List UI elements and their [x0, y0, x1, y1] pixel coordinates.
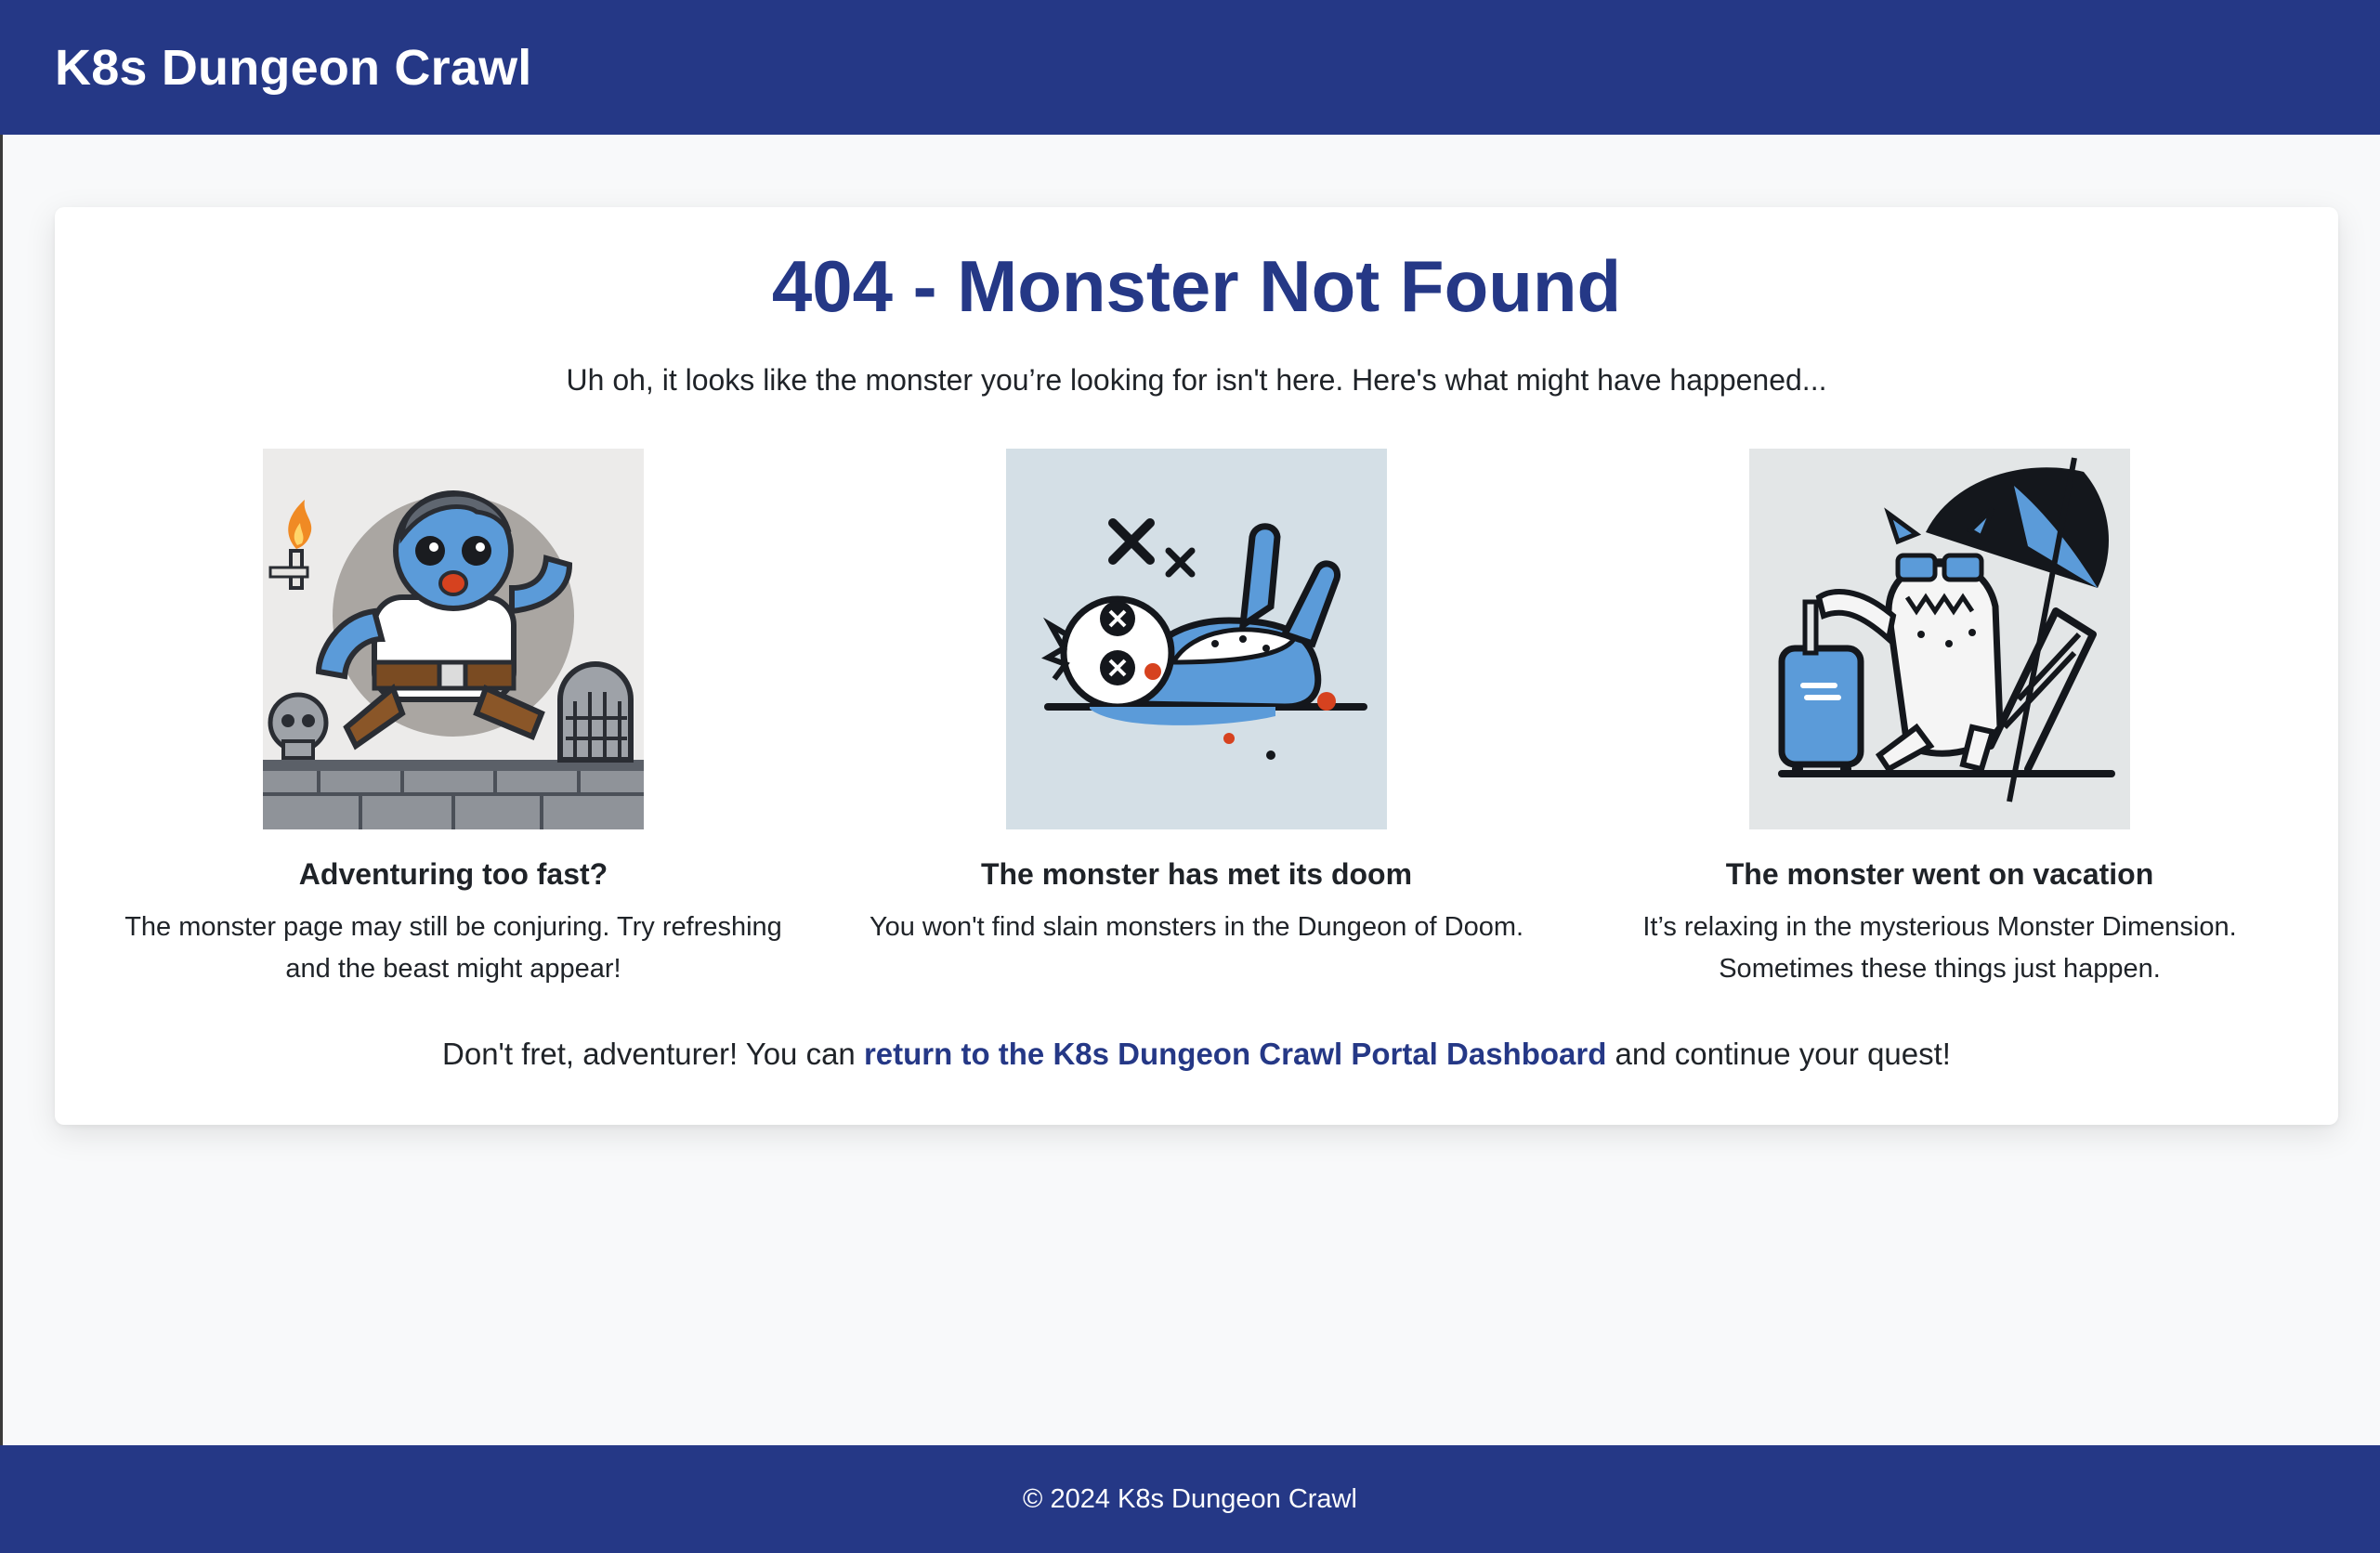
reason-title: The monster has met its doom	[980, 857, 1413, 891]
reason-text: The monster page may still be conjuring.…	[124, 912, 782, 984]
window-edge	[0, 0, 3, 1553]
reasons-row: Adventuring too fast? The monster page m…	[55, 449, 2338, 987]
cta-line: Don't fret, adventurer! You can return t…	[55, 1037, 2338, 1072]
dashboard-link[interactable]: return to the K8s Dungeon Crawl Portal D…	[864, 1037, 1606, 1071]
copyright-text: © 2024 K8s Dungeon Crawl	[1023, 1483, 1357, 1514]
reason-card-vacation: The monster went on vacation It’s relaxi…	[1568, 449, 2311, 990]
navbar: K8s Dungeon Crawl	[0, 0, 2380, 135]
brand-logo-text[interactable]: K8s Dungeon Crawl	[55, 39, 531, 97]
page-title: 404 - Monster Not Found	[771, 245, 1622, 327]
page-subtitle: Uh oh, it looks like the monster you’re …	[566, 363, 1827, 397]
vacation-monster-umbrella-icon	[1749, 449, 2130, 829]
cta-prefix: Don't fret, adventurer! You can	[442, 1037, 864, 1071]
reason-text: It’s relaxing in the mysterious Monster …	[1642, 912, 2237, 984]
reason-title: Adventuring too fast?	[298, 857, 608, 891]
running-adventurer-torch-icon	[263, 449, 644, 829]
error-card: 404 - Monster Not Found Uh oh, it looks …	[55, 207, 2338, 1125]
reason-card-doom: The monster has met its doom You won't f…	[825, 449, 1568, 948]
reason-text: You won't find slain monsters in the Dun…	[869, 912, 1524, 942]
reason-title: The monster went on vacation	[1725, 857, 2154, 891]
reason-card-adventuring: Adventuring too fast? The monster page m…	[82, 449, 825, 990]
footer: © 2024 K8s Dungeon Crawl	[0, 1445, 2380, 1553]
cta-suffix: and continue your quest!	[1606, 1037, 1951, 1071]
slain-monster-icon	[1006, 449, 1387, 829]
